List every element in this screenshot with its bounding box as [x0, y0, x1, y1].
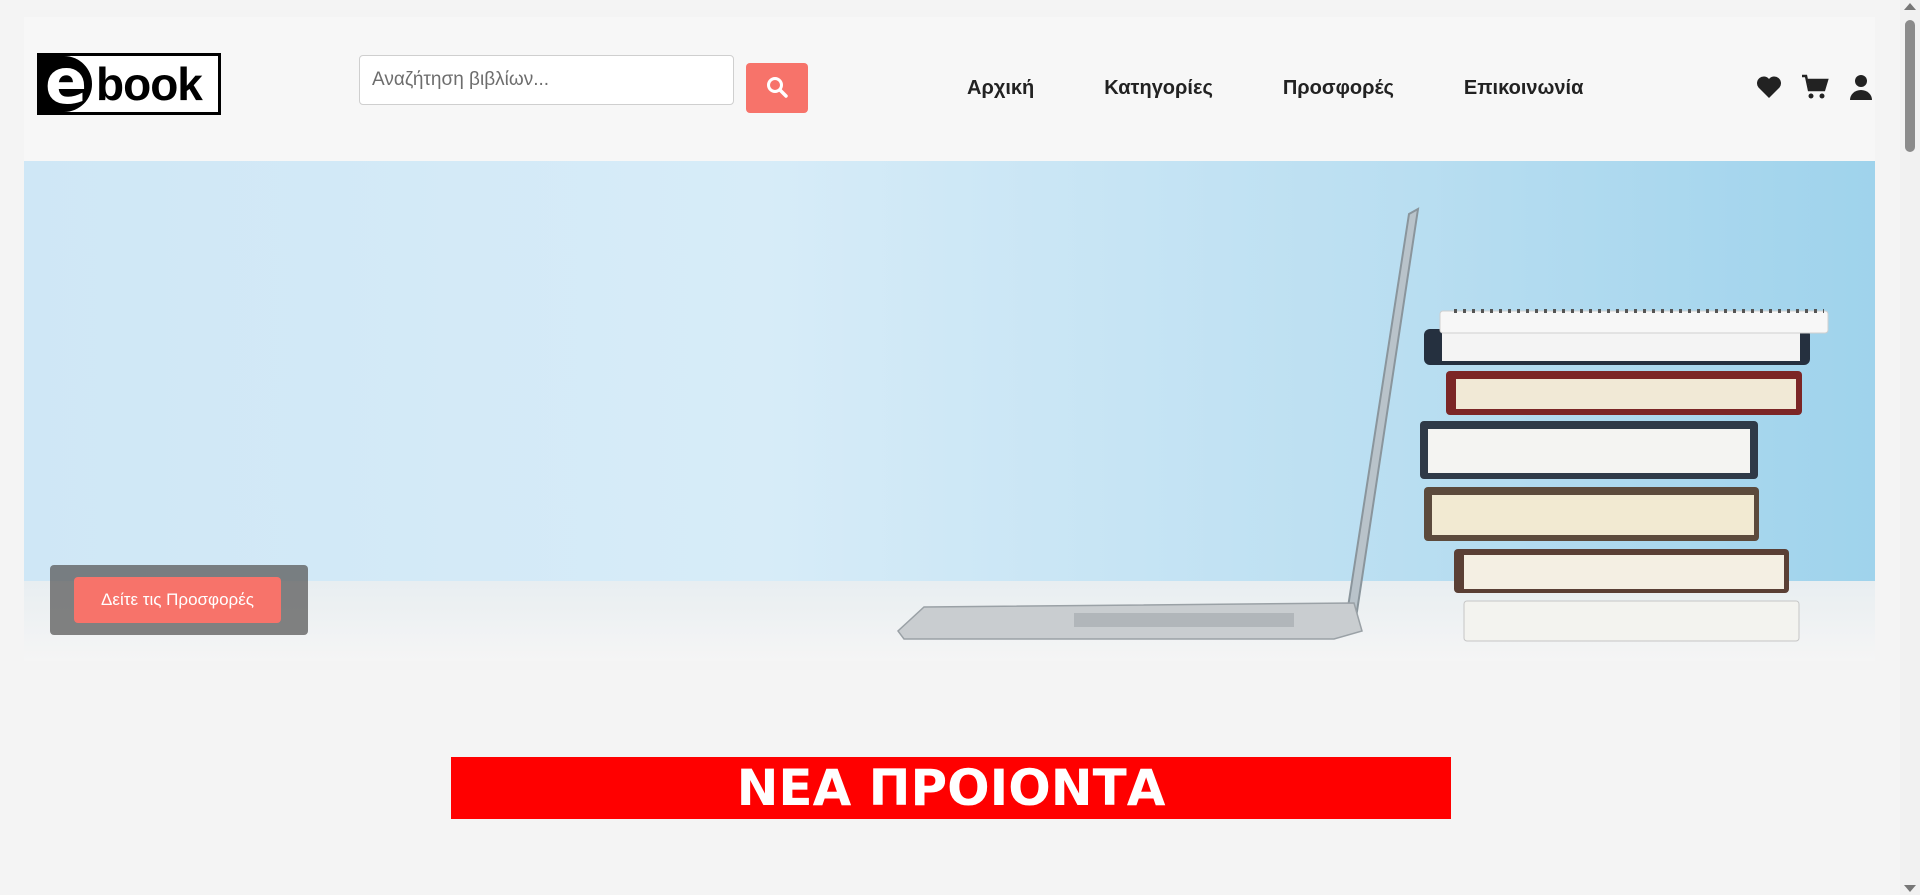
scroll-down-arrow-icon[interactable]: [1904, 885, 1916, 892]
new-products-heading: ΝΕΑ ΠΡΟΙΟΝΤΑ: [451, 757, 1451, 819]
nav-item-home[interactable]: Αρχική: [967, 77, 1034, 100]
search-button[interactable]: [746, 63, 808, 113]
page: e book Αρχική Κατηγορίες Προσφορές Επικο…: [24, 17, 1875, 895]
heart-icon[interactable]: [1755, 73, 1783, 101]
scrollbar-thumb[interactable]: [1905, 20, 1915, 152]
view-offers-button[interactable]: Δείτε τις Προσφορές: [74, 577, 281, 623]
cart-icon[interactable]: [1801, 73, 1829, 101]
user-icon[interactable]: [1847, 73, 1875, 101]
search-icon: [765, 75, 789, 102]
nav-item-contact[interactable]: Επικοινωνία: [1464, 77, 1583, 100]
search-input[interactable]: [359, 55, 734, 105]
site-logo[interactable]: e book: [37, 53, 221, 115]
header-icons: [1755, 73, 1875, 101]
nav-item-categories[interactable]: Κατηγορίες: [1104, 77, 1213, 100]
nav-item-offers[interactable]: Προσφορές: [1283, 77, 1394, 100]
logo-letter: e: [40, 56, 92, 112]
main-nav: Αρχική Κατηγορίες Προσφορές Επικοινωνία: [967, 77, 1653, 100]
scroll-up-arrow-icon[interactable]: [1904, 3, 1916, 10]
hero-banner: Δείτε τις Προσφορές: [24, 161, 1875, 661]
page-scrollbar[interactable]: [1900, 0, 1920, 895]
logo-word: book: [96, 58, 203, 110]
site-header: e book Αρχική Κατηγορίες Προσφορές Επικο…: [24, 17, 1875, 161]
